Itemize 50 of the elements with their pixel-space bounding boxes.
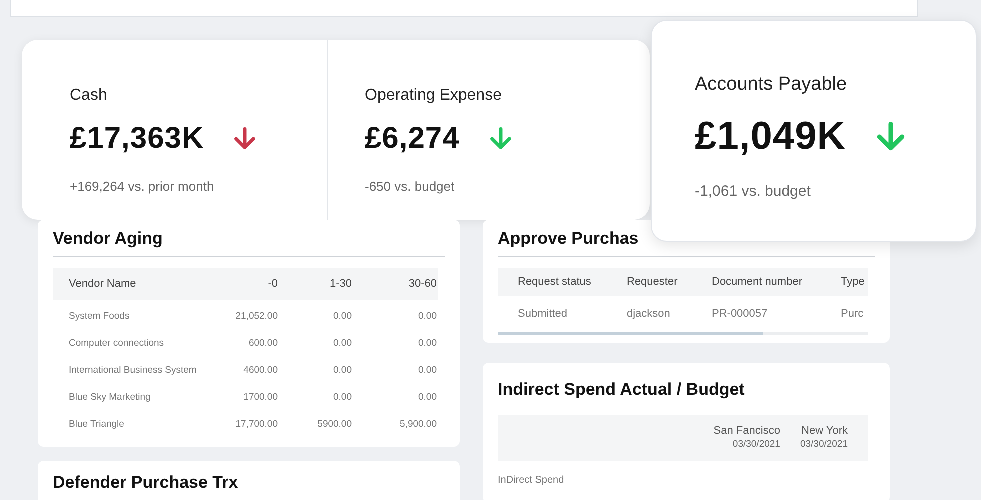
table-cell-text: djackson	[627, 306, 670, 322]
table-cell-text: 0.00	[334, 391, 352, 406]
table-cell-text: 5,900.00	[400, 418, 437, 432]
column-header: -0	[268, 276, 278, 292]
column-header: Request status	[518, 274, 592, 290]
kpi-label: Accounts Payable	[695, 73, 848, 97]
table-cell-text: 0.00	[334, 337, 352, 352]
kpi-comparison: -1,061 vs. budget	[695, 182, 811, 202]
kpi-label: Cash	[70, 86, 108, 106]
panel-title: Indirect Spend Actual / Budget	[498, 379, 745, 401]
table-cell-text: PR-000057	[712, 306, 768, 322]
column-header: Requester	[627, 274, 678, 290]
column-header: San Fancisco	[714, 424, 780, 440]
kpi-value: £17,363K	[70, 121, 204, 157]
kpi-value: £1,049K	[695, 114, 846, 160]
column-header: 30-60	[408, 276, 437, 292]
table-cell-text: 4600.00	[244, 364, 278, 378]
panel-title: Vendor Aging	[53, 228, 163, 250]
table-cell-text: Blue Sky Marketing	[69, 391, 151, 406]
column-date: 03/30/2021	[800, 439, 848, 452]
table-cell-text: Purc	[841, 306, 864, 322]
table-cell-text: 0.00	[334, 310, 352, 324]
column-header: Type	[841, 274, 865, 290]
table-cell-text: Submitted	[518, 306, 568, 322]
table-cell-text: 0.00	[418, 391, 437, 406]
table-cell-text: 0.00	[334, 364, 352, 378]
table-cell-text: 600.00	[248, 337, 278, 352]
table-cell-text: 0.00	[418, 337, 437, 352]
kpi-comparison: -650 vs. budget	[365, 178, 455, 196]
table-cell-text: 0.00	[418, 310, 437, 324]
table-cell-text: System Foods	[69, 310, 130, 324]
kpi-label: Operating Expense	[365, 86, 502, 106]
table-cell-text: Blue Triangle	[69, 418, 124, 432]
table-cell-text: 5900.00	[318, 418, 352, 432]
column-header: 1-30	[330, 276, 352, 292]
table-cell-text: 21,052.00	[236, 310, 278, 324]
panel-title: Defender Purchase Trx	[53, 472, 238, 494]
table-cell-text: International Business System	[69, 364, 197, 378]
kpi-comparison: +169,264 vs. prior month	[70, 178, 214, 196]
row-label: InDirect Spend	[498, 474, 564, 488]
column-header: Vendor Name	[69, 276, 136, 292]
table-cell-text: 17,700.00	[236, 418, 278, 432]
table-cell-text: 0.00	[418, 364, 437, 378]
column-date: 03/30/2021	[732, 439, 780, 452]
table-cell-text: Computer connections	[69, 337, 164, 352]
panel-title: Approve Purchas	[498, 228, 639, 250]
table-cell-text: 1700.00	[244, 391, 278, 406]
column-header: Document number	[712, 274, 802, 290]
column-header: New York	[802, 424, 848, 440]
kpi-value: £6,274	[365, 121, 460, 157]
